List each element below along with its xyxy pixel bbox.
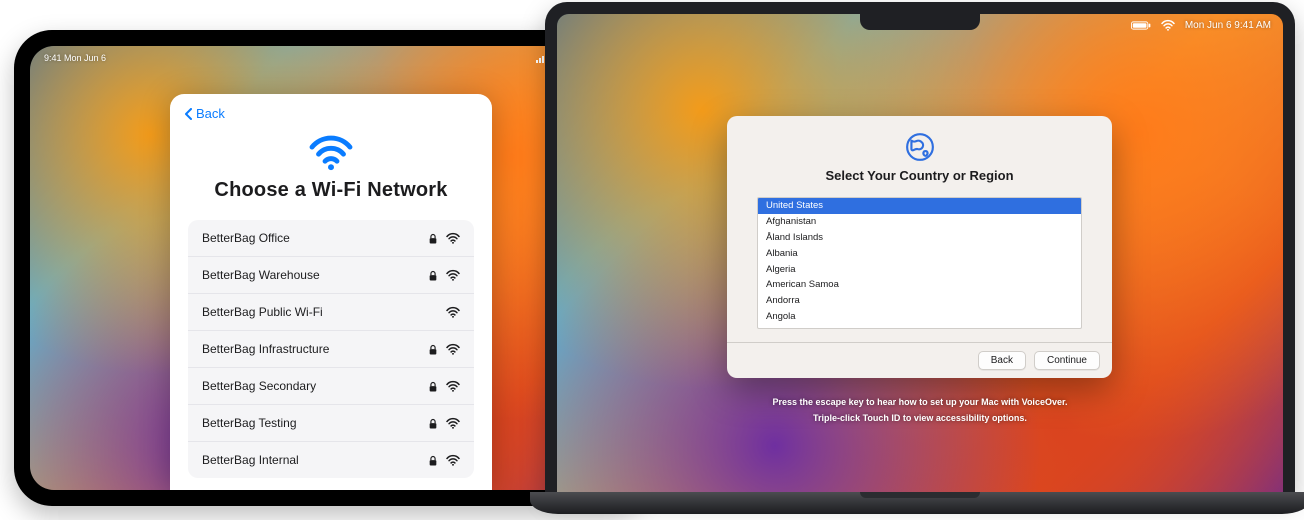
wifi-icon bbox=[446, 306, 460, 318]
accessibility-hints: Press the escape key to hear how to set … bbox=[557, 394, 1283, 426]
wifi-network-name: BetterBag Warehouse bbox=[202, 268, 320, 282]
wifi-network-icons bbox=[428, 269, 460, 282]
wifi-network-icons bbox=[446, 306, 460, 318]
wifi-network-name: BetterBag Testing bbox=[202, 416, 297, 430]
wifi-network-list: BetterBag Office BetterBag Warehouse Bette… bbox=[188, 220, 474, 478]
voiceover-hint: Press the escape key to hear how to set … bbox=[557, 394, 1283, 410]
macbook-lip bbox=[860, 492, 980, 498]
country-row[interactable]: Albania bbox=[758, 246, 1081, 262]
wifi-icon bbox=[446, 232, 460, 244]
back-button[interactable]: Back bbox=[978, 351, 1026, 370]
wifi-network-icons bbox=[428, 232, 460, 245]
wifi-network-name: BetterBag Public Wi-Fi bbox=[202, 305, 323, 319]
lock-icon bbox=[428, 380, 438, 393]
lock-icon bbox=[428, 232, 438, 245]
wifi-network-icons bbox=[428, 454, 460, 467]
wifi-network-icons bbox=[428, 417, 460, 430]
lock-icon bbox=[428, 417, 438, 430]
wifi-icon bbox=[446, 417, 460, 429]
wifi-network-row[interactable]: BetterBag Office bbox=[188, 220, 474, 256]
wifi-setup-sheet: Back Choose a Wi-Fi Network BetterBag Of… bbox=[170, 94, 492, 490]
wifi-hero: Choose a Wi-Fi Network bbox=[170, 127, 492, 220]
wifi-icon bbox=[308, 133, 354, 171]
wifi-icon bbox=[446, 454, 460, 466]
wifi-network-row[interactable]: BetterBag Internal bbox=[188, 441, 474, 478]
mac-screen: Mon Jun 6 9:41 AM Select Your Country or… bbox=[557, 14, 1283, 494]
country-row[interactable]: United States bbox=[758, 198, 1081, 214]
wifi-network-name: BetterBag Infrastructure bbox=[202, 342, 329, 356]
wifi-network-icons bbox=[428, 380, 460, 393]
lock-icon bbox=[428, 454, 438, 467]
country-row[interactable]: Algeria bbox=[758, 262, 1081, 278]
wifi-network-row[interactable]: BetterBag Public Wi-Fi bbox=[188, 293, 474, 330]
wifi-network-name: BetterBag Internal bbox=[202, 453, 299, 467]
wifi-network-row[interactable]: BetterBag Secondary bbox=[188, 367, 474, 404]
country-row[interactable]: Anguilla bbox=[758, 325, 1081, 329]
wifi-icon bbox=[1161, 19, 1175, 31]
country-row[interactable]: Afghanistan bbox=[758, 214, 1081, 230]
battery-icon bbox=[1131, 21, 1151, 30]
mac-clock: Mon Jun 6 9:41 AM bbox=[1185, 20, 1271, 31]
wifi-network-row[interactable]: BetterBag Warehouse bbox=[188, 256, 474, 293]
wifi-network-name: BetterBag Office bbox=[202, 231, 290, 245]
continue-button[interactable]: Continue bbox=[1034, 351, 1100, 370]
country-list[interactable]: United StatesAfghanistanÅland IslandsAlb… bbox=[757, 197, 1082, 329]
region-title: Select Your Country or Region bbox=[825, 168, 1013, 183]
wifi-network-icons bbox=[428, 343, 460, 356]
wifi-network-row[interactable]: BetterBag Testing bbox=[188, 404, 474, 441]
back-button[interactable]: Back bbox=[170, 94, 239, 127]
ipad-screen: 9:41 Mon Jun 6 100% Back Choose a Wi-Fi … bbox=[30, 46, 632, 490]
wifi-icon bbox=[446, 380, 460, 392]
ipad-status-bar: 9:41 Mon Jun 6 100% bbox=[44, 52, 618, 64]
back-label: Back bbox=[196, 106, 225, 121]
country-row[interactable]: American Samoa bbox=[758, 277, 1081, 293]
chevron-left-icon bbox=[184, 108, 193, 120]
touchid-hint: Triple-click Touch ID to view accessibil… bbox=[557, 410, 1283, 426]
panel-footer: Back Continue bbox=[727, 342, 1112, 378]
mac-notch bbox=[860, 14, 980, 30]
macbook-base bbox=[530, 492, 1304, 514]
globe-icon bbox=[905, 132, 935, 162]
wifi-network-name: BetterBag Secondary bbox=[202, 379, 316, 393]
ipad-status-time: 9:41 Mon Jun 6 bbox=[44, 53, 106, 63]
region-hero: Select Your Country or Region bbox=[727, 116, 1112, 191]
setup-assistant-panel: Select Your Country or Region United Sta… bbox=[727, 116, 1112, 378]
macbook-device: Mon Jun 6 9:41 AM Select Your Country or… bbox=[545, 2, 1295, 494]
country-row[interactable]: Angola bbox=[758, 309, 1081, 325]
lock-icon bbox=[428, 343, 438, 356]
wifi-icon bbox=[446, 343, 460, 355]
wifi-icon bbox=[446, 269, 460, 281]
country-row[interactable]: Andorra bbox=[758, 293, 1081, 309]
wifi-title: Choose a Wi-Fi Network bbox=[214, 179, 447, 202]
lock-icon bbox=[428, 269, 438, 282]
wifi-network-row[interactable]: BetterBag Infrastructure bbox=[188, 330, 474, 367]
country-row[interactable]: Åland Islands bbox=[758, 230, 1081, 246]
